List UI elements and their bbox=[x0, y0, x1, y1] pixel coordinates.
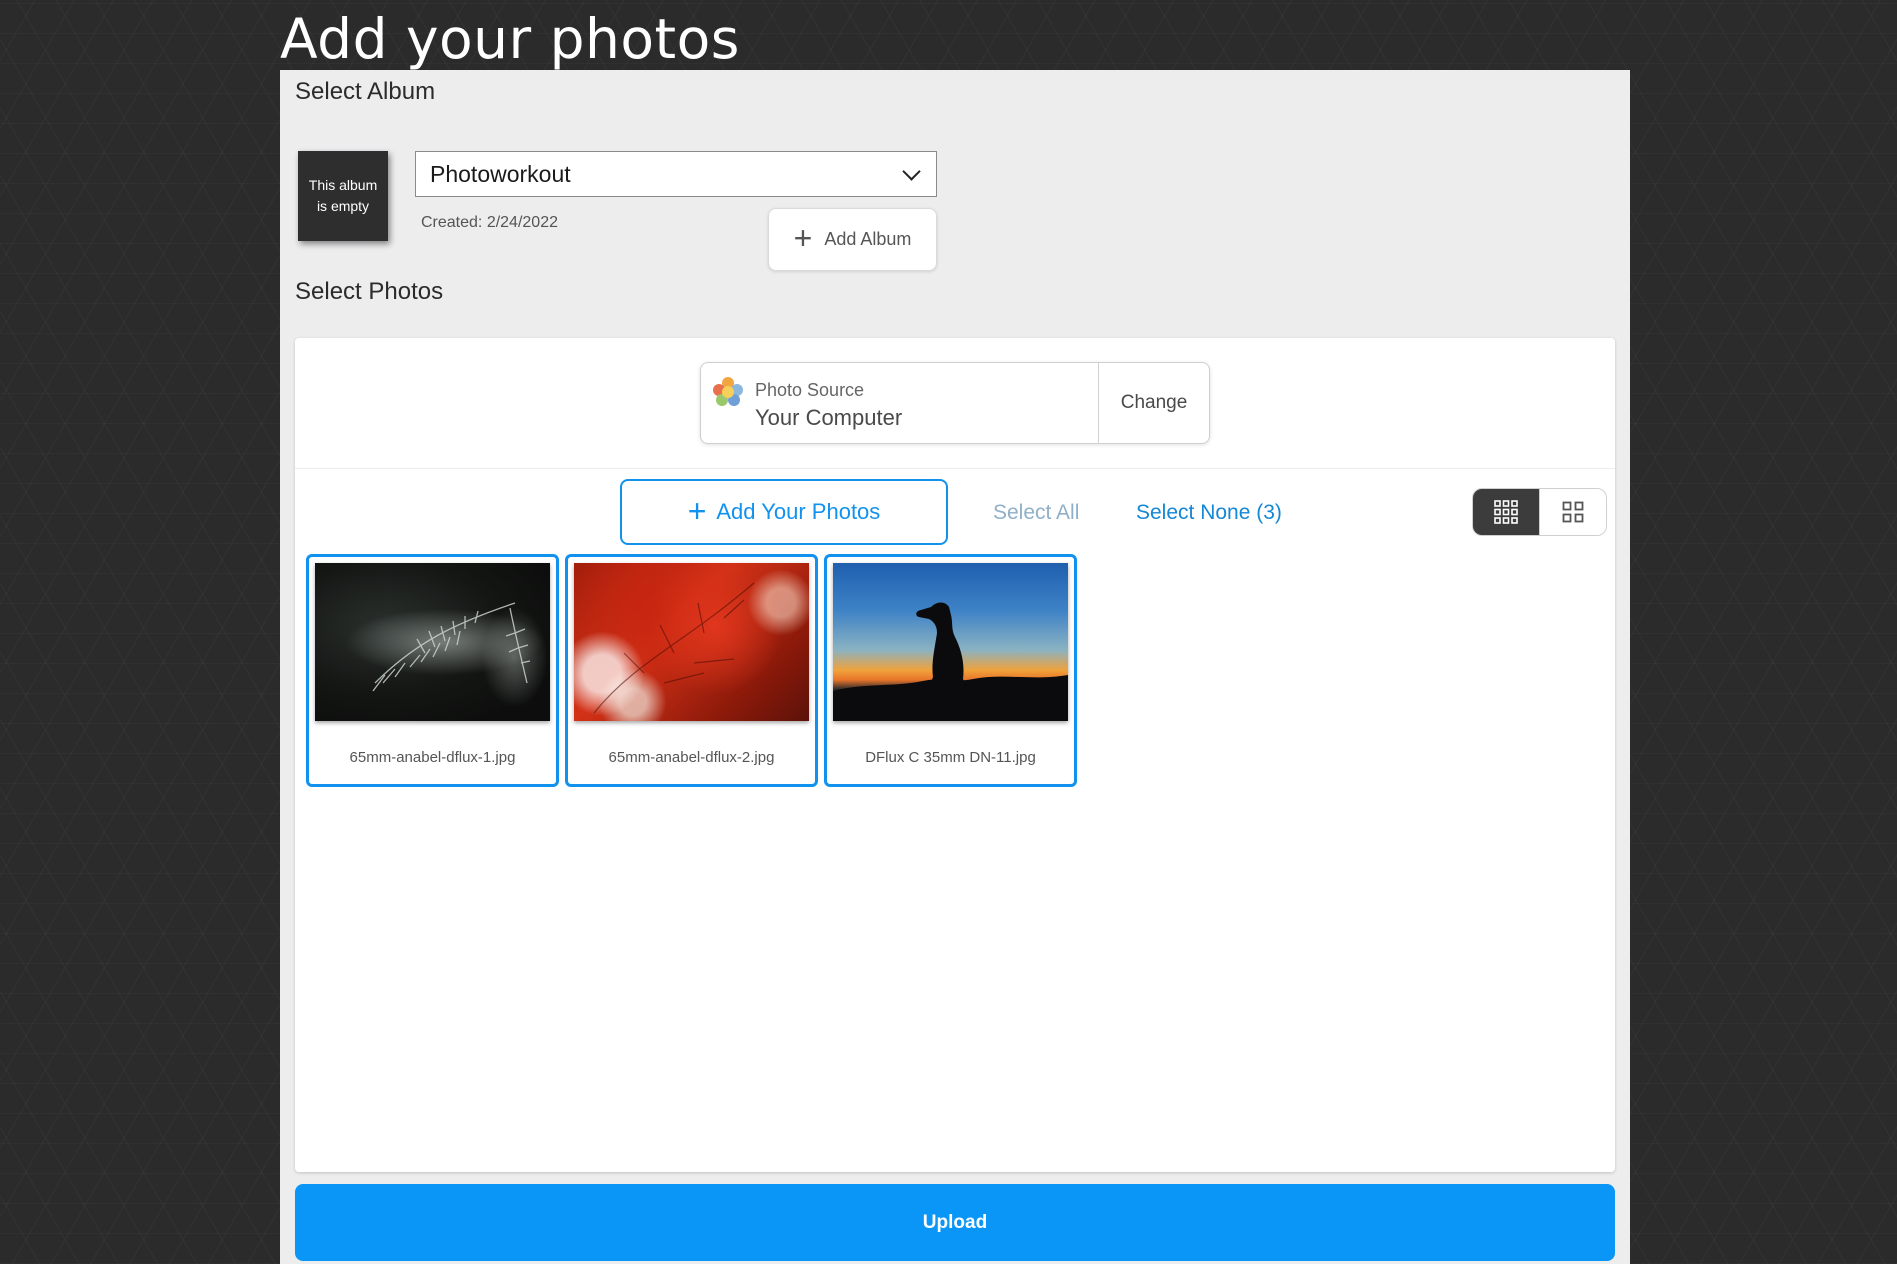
photo-filename: 65mm-anabel-dflux-1.jpg bbox=[349, 749, 516, 766]
select-album-heading: Select Album bbox=[295, 78, 436, 105]
album-select-value: Photoworkout bbox=[430, 160, 571, 187]
add-album-button[interactable]: + Add Album bbox=[768, 208, 937, 271]
photo-thumbnail bbox=[833, 563, 1068, 721]
page-title: Add your photos bbox=[280, 7, 740, 71]
photo-filename: 65mm-anabel-dflux-2.jpg bbox=[608, 749, 775, 766]
photo-tile[interactable]: 65mm-anabel-dflux-1.jpg bbox=[306, 554, 559, 787]
add-your-photos-label: Add Your Photos bbox=[716, 499, 881, 524]
plus-icon: + bbox=[687, 492, 707, 529]
photo-source-icon bbox=[713, 377, 743, 407]
album-created-date: Created: 2/24/2022 bbox=[421, 214, 558, 231]
dog-silhouette-graphic bbox=[833, 602, 1068, 721]
album-select[interactable]: Photoworkout bbox=[415, 151, 937, 197]
change-source-button[interactable]: Change bbox=[1098, 363, 1209, 443]
album-thumbnail: This album is empty bbox=[298, 151, 388, 241]
photo-thumbnail bbox=[574, 563, 809, 721]
add-your-photos-button[interactable]: + Add Your Photos bbox=[620, 479, 948, 545]
card-divider bbox=[295, 468, 1615, 469]
photo-thumbnail bbox=[315, 563, 550, 721]
select-photos-heading: Select Photos bbox=[295, 278, 444, 305]
upload-panel: Select Album This album is empty Photowo… bbox=[280, 70, 1630, 1264]
photo-source-box: Photo Source Your Computer Change bbox=[700, 362, 1210, 444]
large-grid-icon bbox=[1562, 501, 1584, 523]
photos-card: Photo Source Your Computer Change + Add … bbox=[295, 338, 1615, 1172]
photo-source-label: Photo Source bbox=[755, 380, 865, 400]
pine-branch-graphic bbox=[372, 602, 531, 692]
upload-button[interactable]: Upload bbox=[295, 1184, 1615, 1261]
chevron-down-icon bbox=[902, 161, 921, 181]
red-leaves-graphic bbox=[593, 582, 755, 714]
photo-source-info: Photo Source Your Computer bbox=[701, 363, 1098, 443]
small-grid-view-button[interactable] bbox=[1473, 489, 1539, 535]
add-album-label: Add Album bbox=[824, 229, 912, 249]
large-grid-view-button[interactable] bbox=[1539, 489, 1606, 535]
photo-filename: DFlux C 35mm DN-11.jpg bbox=[865, 749, 1036, 766]
view-toggle bbox=[1472, 488, 1607, 536]
album-thumbnail-text: This album is empty bbox=[308, 177, 378, 214]
small-grid-icon bbox=[1494, 500, 1518, 524]
select-all-link[interactable]: Select All bbox=[993, 501, 1079, 525]
plus-icon: + bbox=[793, 220, 813, 256]
select-none-link[interactable]: Select None (3) bbox=[1136, 501, 1282, 525]
photo-tile[interactable]: 65mm-anabel-dflux-2.jpg bbox=[565, 554, 818, 787]
photo-tile[interactable]: DFlux C 35mm DN-11.jpg bbox=[824, 554, 1077, 787]
photo-source-value: Your Computer bbox=[755, 405, 903, 430]
